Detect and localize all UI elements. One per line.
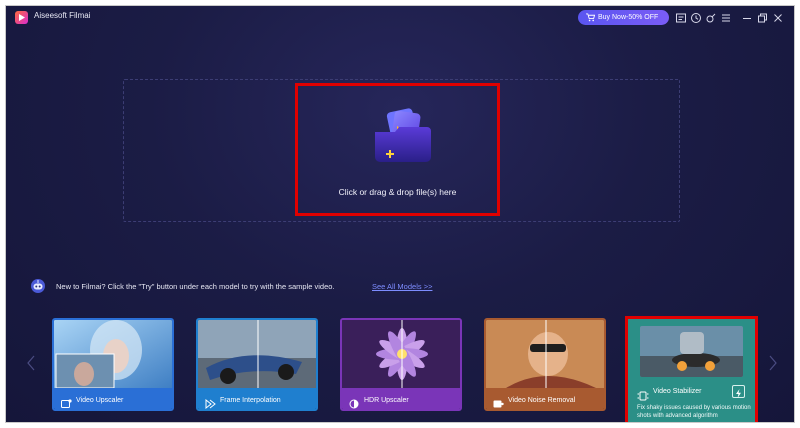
carousel-next-icon[interactable] (768, 355, 778, 371)
robot-icon (30, 278, 46, 294)
hdr-upscaler-icon (349, 396, 360, 409)
video-noise-removal-thumbnail (486, 320, 604, 388)
lightning-icon[interactable] (732, 385, 745, 398)
add-folder-icon[interactable] (367, 102, 435, 168)
menu-icon[interactable] (720, 12, 732, 24)
buy-now-label: Buy Now-50% OFF (598, 14, 659, 21)
title-bar: Aiseesoft Filmai Buy Now-50% OFF (6, 6, 794, 30)
model-label: Video Upscaler (76, 397, 124, 404)
tools-icon[interactable] (705, 12, 717, 24)
see-all-models-link[interactable]: See All Models >> (372, 282, 432, 291)
frame-interpolation-thumbnail (198, 320, 316, 388)
restore-icon[interactable] (756, 12, 768, 24)
drop-zone-text: Click or drag & drop file(s) here (338, 187, 457, 197)
app-title: Aiseesoft Filmai (34, 11, 91, 20)
video-noise-removal-icon (493, 396, 504, 408)
hdr-upscaler-thumbnail (342, 320, 460, 388)
history-icon[interactable] (690, 12, 702, 24)
model-label: HDR Upscaler (364, 397, 409, 404)
cart-icon (586, 13, 595, 22)
model-label: Frame Interpolation (220, 397, 281, 404)
video-upscaler-thumbnail (54, 320, 172, 389)
carousel-prev-icon[interactable] (26, 355, 36, 371)
frame-interpolation-icon (205, 396, 216, 409)
tip-text: New to Filmai? Click the "Try" button un… (56, 282, 335, 291)
model-label: Video Noise Removal (508, 397, 576, 404)
model-card-hdr-upscaler[interactable]: HDR Upscaler (340, 318, 462, 411)
close-icon[interactable] (772, 12, 784, 24)
model-card-video-stabilizer[interactable]: Video Stabilizer Fix shaky issues caused… (625, 316, 758, 422)
video-upscaler-icon (61, 396, 72, 408)
video-stabilizer-thumbnail (640, 326, 743, 377)
model-card-frame-interpolation[interactable]: Frame Interpolation (196, 318, 318, 411)
app-window: Aiseesoft Filmai Buy Now-50% OFF Click o… (5, 5, 795, 423)
video-stabilizer-icon (637, 388, 649, 401)
minimize-icon[interactable] (741, 12, 753, 24)
buy-now-button[interactable]: Buy Now-50% OFF (578, 10, 669, 25)
model-description: Fix shaky issues caused by various motio… (637, 405, 751, 419)
model-card-video-noise-removal[interactable]: Video Noise Removal (484, 318, 606, 411)
register-icon[interactable] (675, 12, 687, 24)
model-label: Video Stabilizer (653, 388, 702, 395)
app-logo-icon (15, 11, 28, 24)
model-card-video-upscaler[interactable]: Video Upscaler (52, 318, 174, 411)
